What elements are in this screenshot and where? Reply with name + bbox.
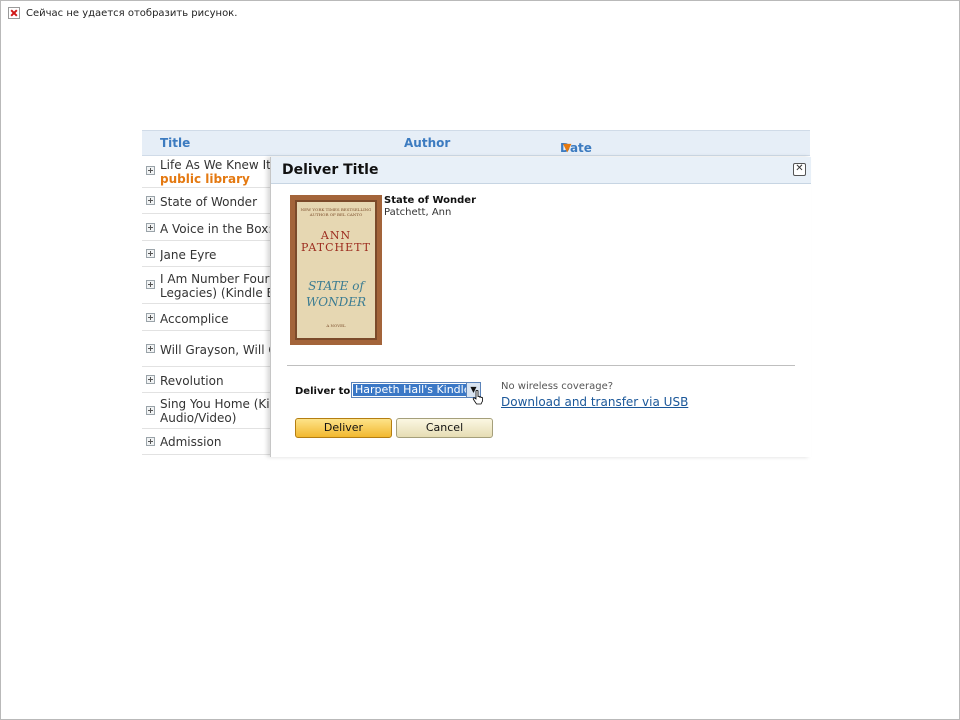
cover-title-line2: WONDER [305, 295, 367, 309]
list-item[interactable]: Sing You Home (Kinc Audio/Video) [142, 393, 272, 429]
close-icon[interactable]: ✕ [793, 163, 806, 176]
row-title: State of Wonder [160, 195, 258, 209]
row-title: Jane Eyre [160, 248, 217, 262]
cover-author-text: ANN PATCHETT [297, 230, 375, 254]
book-info: State of Wonder Patchett, Ann [384, 195, 476, 219]
expand-icon[interactable] [146, 249, 155, 258]
list-item[interactable]: I Am Number Four M Legacies) (Kindle Edi [142, 267, 272, 304]
row-title: Life As We Knew It ( [160, 158, 272, 172]
broken-image-icon [8, 7, 20, 19]
dialog-header: Deliver Title ✕ [271, 157, 811, 184]
expand-icon[interactable] [146, 280, 155, 289]
cover-top-text: NEW YORK TIMES BESTSELLING AUTHOR OF BEL… [300, 207, 372, 217]
cover-author-line2: PATCHETT [301, 241, 371, 254]
cover-title-line1: STATE of [308, 279, 364, 293]
deliver-title-dialog: Deliver Title ✕ NEW YORK TIMES BESTSELLI… [270, 157, 811, 457]
book-author: Patchett, Ann [384, 207, 452, 218]
row-title: I Am Number Four M [160, 272, 272, 286]
row-title: Accomplice [160, 312, 229, 326]
row-title: Sing You Home (Kinc [160, 397, 272, 411]
expand-icon[interactable] [146, 344, 155, 353]
book-cover-art: NEW YORK TIMES BESTSELLING AUTHOR OF BEL… [295, 200, 377, 340]
row-title-line2: Audio/Video) [160, 411, 237, 425]
expand-icon[interactable] [146, 375, 155, 384]
expand-icon[interactable] [146, 223, 155, 232]
expand-icon[interactable] [146, 196, 155, 205]
broken-image-placeholder: Сейчас не удается отобразить рисунок. [8, 7, 237, 19]
list-header: Title Author Date ▼ [142, 130, 810, 156]
list-item[interactable]: Life As We Knew It ( public library [142, 155, 272, 188]
list-item[interactable]: Admission [142, 429, 272, 455]
column-title-header[interactable]: Title [160, 136, 190, 150]
dialog-title: Deliver Title [282, 162, 379, 178]
expand-icon[interactable] [146, 437, 155, 446]
expand-icon[interactable] [146, 406, 155, 415]
list-item[interactable]: A Voice in the Box: M [142, 214, 272, 241]
expand-icon[interactable] [146, 166, 155, 175]
device-select[interactable]: Harpeth Hall's Kindle ▼ [351, 382, 481, 398]
hand-cursor-icon [472, 390, 483, 405]
book-title: State of Wonder [384, 195, 477, 206]
content-list: Title Author Date ▼ Life As We Knew It ( … [142, 130, 810, 455]
deliver-button[interactable]: Deliver [295, 418, 392, 438]
broken-image-message: Сейчас не удается отобразить рисунок. [26, 7, 238, 19]
usb-download-link[interactable]: Download and transfer via USB [501, 395, 688, 409]
deliver-to-label: Deliver to: [295, 386, 355, 397]
list-item[interactable]: Jane Eyre [142, 241, 272, 267]
row-title: Admission [160, 435, 222, 449]
list-item[interactable]: Accomplice [142, 304, 272, 331]
cover-sub-text: A NOVEL [326, 323, 346, 328]
row-title: Revolution [160, 374, 224, 388]
sort-desc-icon: ▼ [563, 141, 572, 154]
cancel-button[interactable]: Cancel [396, 418, 493, 438]
device-selected-value: Harpeth Hall's Kindle [353, 383, 473, 396]
row-title: Will Grayson, Will Gr [160, 343, 272, 357]
divider [287, 365, 795, 366]
no-wireless-text: No wireless coverage? [501, 381, 614, 392]
row-title: A Voice in the Box: M [160, 222, 272, 236]
row-title-line2: Legacies) (Kindle Edi [160, 286, 272, 300]
list-item[interactable]: Revolution [142, 367, 272, 393]
row-source: public library [160, 172, 250, 186]
list-item[interactable]: State of Wonder [142, 188, 272, 214]
column-author-header[interactable]: Author [404, 136, 450, 150]
list-item[interactable]: Will Grayson, Will Gr [142, 331, 272, 367]
cover-title-text: STATE of WONDER [297, 278, 375, 310]
book-cover-image: NEW YORK TIMES BESTSELLING AUTHOR OF BEL… [290, 195, 382, 345]
expand-icon[interactable] [146, 313, 155, 322]
